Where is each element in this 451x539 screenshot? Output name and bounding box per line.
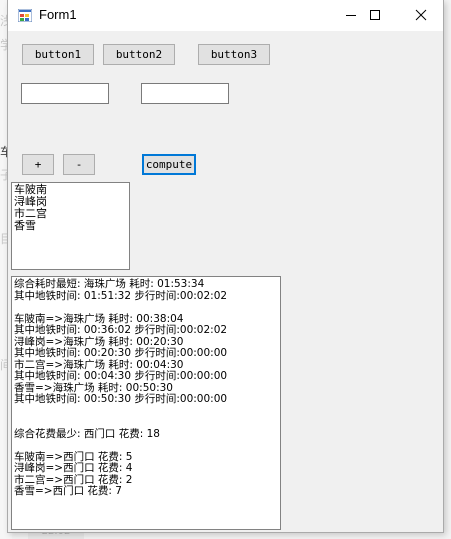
button3[interactable]: button3 [198,44,270,65]
result-line: 综合花费最少: 西门口 花费: 18 [14,427,160,440]
maximize-icon [370,10,380,20]
close-button[interactable] [398,0,444,31]
result-line: 其中地铁时间: 01:51:32 步行时间:00:02:02 [14,289,228,302]
result-line: 浔峰岗=>西门口 花费: 4 [14,462,133,474]
button1[interactable]: button1 [22,44,94,65]
result-line: 香雪=>西门口 花费: 7 [14,485,122,497]
list-item[interactable]: 香雪 [14,220,127,232]
form-app-icon [18,9,32,22]
button2[interactable]: button2 [103,44,175,65]
result-line: 其中地铁时间: 00:20:30 步行时间:00:00:00 [14,347,228,359]
result-line [14,417,278,429]
result-line [14,302,278,314]
result-line: 其中地铁时间: 00:50:30 步行时间:00:00:00 [14,393,228,405]
result-line: 其中地铁时间: 00:36:02 步行时间:00:02:02 [14,324,228,336]
text-input-1[interactable] [21,83,109,104]
add-button[interactable]: + [22,154,54,175]
result-line [14,406,278,418]
result-textbox[interactable]: 综合耗时最短: 海珠广场 耗时: 01:53:34 其中地铁时间: 01:51:… [11,276,281,530]
result-line [14,440,278,452]
result-line: 综合耗时最短: 海珠广场 耗时: 01:53:34 [14,278,205,290]
form-window: Form1 button1 button2 button3 + - comput… [7,0,444,533]
result-line: 其中地铁时间: 00:04:30 步行时间:00:00:00 [14,370,228,382]
maximize-button[interactable] [352,0,398,31]
window-title: Form1 [39,7,77,22]
title-bar[interactable]: Form1 [8,0,443,31]
close-icon [415,9,427,21]
station-listbox[interactable]: 车陂南 浔峰岗 市二宫 香雪 [11,182,130,270]
compute-button[interactable]: compute [142,154,196,175]
text-input-2[interactable] [141,83,229,104]
remove-button[interactable]: - [63,154,95,175]
